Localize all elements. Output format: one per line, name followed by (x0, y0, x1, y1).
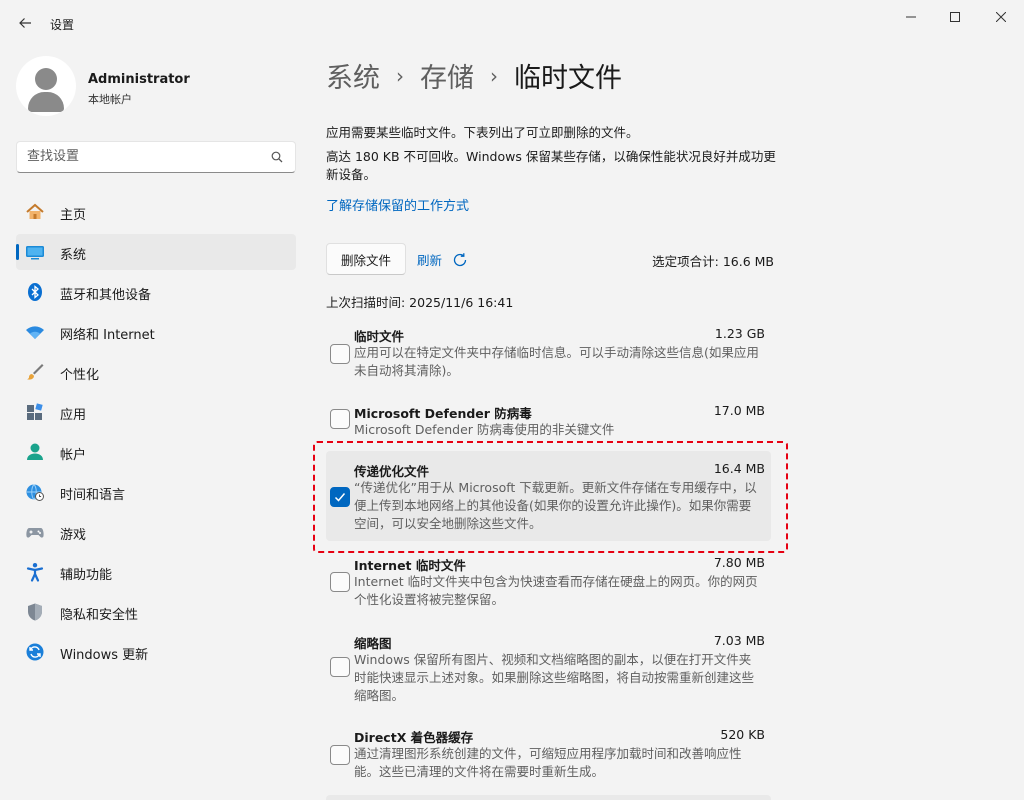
accessibility-icon (25, 562, 45, 582)
apps-icon (25, 402, 45, 422)
highlight-annotation (313, 441, 788, 553)
checkbox-directx-shader-cache[interactable] (330, 745, 350, 765)
window-title: 设置 (50, 18, 75, 32)
maximize-icon (950, 12, 960, 22)
sidebar-item-personalization[interactable]: 个性化 (16, 354, 296, 390)
list-item[interactable]: Microsoft Defender 防病毒 17.0 MB Microsoft… (326, 400, 771, 440)
bluetooth-icon (25, 282, 45, 302)
sidebar-item-gaming[interactable]: 游戏 (16, 514, 296, 550)
profile-name: Administrator (88, 72, 190, 87)
search-icon[interactable] (271, 151, 283, 163)
back-arrow-icon (19, 18, 31, 28)
sidebar-item-windows-update[interactable]: Windows 更新 (16, 634, 296, 670)
breadcrumb: 系统 › 存储 › 临时文件 (326, 56, 622, 95)
search-box[interactable] (16, 141, 296, 173)
home-icon (25, 202, 45, 222)
user-profile[interactable]: Administrator 本地帐户 (16, 56, 296, 120)
sidebar-item-privacy[interactable]: 隐私和安全性 (16, 594, 296, 630)
sidebar-item-accessibility[interactable]: 辅助功能 (16, 554, 296, 590)
minimize-button[interactable] (888, 6, 934, 28)
list-item[interactable]: 缩略图 7.03 MB Windows 保留所有图片、视频和文档缩略图的副本，以… (326, 629, 771, 707)
brush-icon (25, 362, 45, 382)
checkbox-temp-files[interactable] (330, 344, 350, 364)
maximize-button[interactable] (932, 6, 978, 28)
sidebar-nav: 主页 系统 蓝牙和其他设备 网络和 Internet 个性化 应用 帐户 时间和… (16, 194, 296, 674)
person-icon (25, 442, 45, 462)
sidebar-item-network[interactable]: 网络和 Internet (16, 314, 296, 350)
gamepad-icon (25, 522, 45, 542)
refresh-icon (453, 252, 467, 266)
reserved-storage-note: 高达 180 KB 不可回收。Windows 保留某些存储，以确保性能状况良好并… (326, 149, 776, 182)
checkbox-thumbnails[interactable] (330, 657, 350, 677)
delete-files-button[interactable]: 删除文件 (326, 243, 406, 275)
wifi-icon (25, 322, 45, 342)
sidebar-item-apps[interactable]: 应用 (16, 394, 296, 430)
avatar (16, 56, 76, 116)
sidebar-item-system[interactable]: 系统 (16, 234, 296, 270)
profile-account-type: 本地帐户 (88, 93, 132, 106)
minimize-icon (906, 16, 916, 18)
selected-total: 选定项合计: 16.6 MB (652, 254, 774, 269)
refresh-label: 刷新 (417, 253, 443, 268)
sidebar-item-home[interactable]: 主页 (16, 194, 296, 230)
list-item[interactable]: Internet 临时文件 7.80 MB Internet 临时文件夹中包含为… (326, 552, 771, 612)
breadcrumb-separator: › (396, 63, 404, 88)
checkbox-internet-temp[interactable] (330, 572, 350, 592)
list-item[interactable]: DirectX 着色器缓存 520 KB 通过清理图形系统创建的文件，可缩短应用… (326, 723, 771, 785)
next-list-item-edge (326, 795, 771, 800)
learn-storage-reserve-link[interactable]: 了解存储保留的工作方式 (326, 195, 469, 214)
title-bar: 设置 (0, 0, 1024, 48)
close-icon (996, 12, 1006, 22)
page-title: 临时文件 (514, 63, 622, 94)
shield-icon (25, 602, 45, 622)
close-button[interactable] (978, 6, 1024, 28)
last-scan-time: 上次扫描时间: 2025/11/6 16:41 (326, 295, 514, 310)
breadcrumb-item-storage[interactable]: 存储 (420, 56, 474, 95)
sidebar-item-bluetooth[interactable]: 蓝牙和其他设备 (16, 274, 296, 310)
checkbox-defender[interactable] (330, 409, 350, 429)
breadcrumb-separator: › (490, 63, 498, 88)
back-button[interactable] (14, 12, 36, 34)
monitor-icon (25, 242, 45, 262)
globe-clock-icon (25, 482, 45, 502)
refresh-button[interactable]: 刷新 (417, 250, 468, 269)
update-icon (25, 642, 45, 662)
breadcrumb-item-system[interactable]: 系统 (326, 56, 380, 95)
list-item[interactable]: 临时文件 1.23 GB 应用可以在特定文件夹中存储临时信息。可以手动清除这些信… (326, 322, 771, 384)
page-description: 应用需要某些临时文件。下表列出了可立即删除的文件。 (326, 125, 639, 140)
sidebar-item-time-language[interactable]: 时间和语言 (16, 474, 296, 510)
search-input[interactable] (27, 149, 257, 164)
sidebar-item-accounts[interactable]: 帐户 (16, 434, 296, 470)
